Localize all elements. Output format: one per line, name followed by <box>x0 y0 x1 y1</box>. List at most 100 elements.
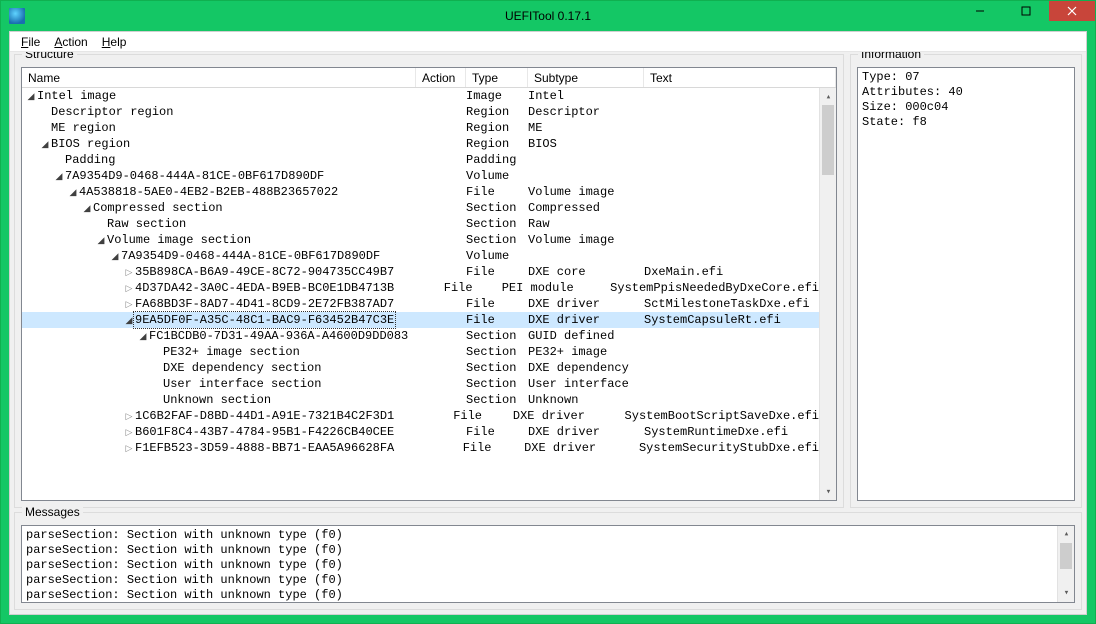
message-line[interactable]: parseSection: Section with unknown type … <box>26 528 1070 543</box>
expand-open-icon[interactable]: ◢ <box>82 200 92 216</box>
expand-open-icon[interactable]: ◢ <box>26 88 36 104</box>
messages-panel-label: Messages <box>22 505 83 519</box>
expand-open-icon[interactable]: ◢ <box>110 248 120 264</box>
tree-row[interactable]: PE32+ image sectionSectionPE32+ image <box>22 344 819 360</box>
tree-row-text <box>644 248 819 264</box>
tree-row-name: FA68BD3F-8AD7-4D41-8CD9-2E72FB387AD7 <box>135 296 394 312</box>
tree-row[interactable]: ◢Compressed sectionSectionCompressed <box>22 200 819 216</box>
tree-row-subtype: Descriptor <box>528 104 644 120</box>
scroll-down-icon[interactable]: ▾ <box>1058 585 1075 602</box>
tree-row-type: File <box>444 280 502 296</box>
expand-open-icon[interactable]: ◢ <box>96 232 106 248</box>
tree-row-type: Image <box>466 88 528 104</box>
titlebar[interactable]: UEFITool 0.17.1 <box>1 1 1095 31</box>
tree-row-text: SystemBootScriptSaveDxe.efi <box>625 408 819 424</box>
tree-row[interactable]: ▷FA68BD3F-8AD7-4D41-8CD9-2E72FB387AD7Fil… <box>22 296 819 312</box>
messages-scrollbar[interactable]: ▴ ▾ <box>1057 526 1074 602</box>
scroll-thumb[interactable] <box>1060 543 1072 569</box>
tree-row[interactable]: ▷B601F8C4-43B7-4784-95B1-F4226CB40CEEFil… <box>22 424 819 440</box>
expand-open-icon[interactable]: ◢ <box>54 168 64 184</box>
tree-row-name: Compressed section <box>93 200 223 216</box>
tree-row-type: Section <box>466 360 528 376</box>
scroll-up-icon[interactable]: ▴ <box>820 88 836 105</box>
tree-row[interactable]: ▷35B898CA-B6A9-49CE-8C72-904735CC49B7Fil… <box>22 264 819 280</box>
messages-lines: parseSection: Section with unknown type … <box>26 528 1070 603</box>
tree-row-subtype <box>528 168 644 184</box>
tree-row-text: SystemCapsuleRt.efi <box>644 312 819 328</box>
tree-row[interactable]: ▷4D37DA42-3A0C-4EDA-B9EB-BC0E1DB4713B Fil… <box>22 280 819 296</box>
tree-row-type: Section <box>466 200 528 216</box>
tree-row-type: File <box>466 424 528 440</box>
expand-closed-icon[interactable]: ▷ <box>124 280 134 296</box>
tree-row[interactable]: ◢BIOS regionRegionBIOS <box>22 136 819 152</box>
tree-row-name: 7A9354D9-0468-444A-81CE-0BF617D890DF <box>121 248 380 264</box>
tree-row-subtype: Volume image <box>528 184 644 200</box>
tree-row-type: File <box>466 264 528 280</box>
tree-row-type: File <box>466 312 528 328</box>
tree-row[interactable]: ▷1C6B2FAF-D8BD-44D1-A91E-7321B4C2F3D1Fil… <box>22 408 819 424</box>
expand-closed-icon[interactable]: ▷ <box>124 296 134 312</box>
close-button[interactable] <box>1049 1 1095 21</box>
expand-closed-icon[interactable]: ▷ <box>124 408 134 424</box>
tree-row-text <box>644 360 819 376</box>
tree-row[interactable]: ◢7A9354D9-0468-444A-81CE-0BF617D890DFVol… <box>22 168 819 184</box>
message-line[interactable]: parseSection: Section with unknown type … <box>26 588 1070 603</box>
tree-row-name: Intel image <box>37 88 116 104</box>
tree-row[interactable]: ◢4A538818-5AE0-4EB2-B2EB-488B23657022Fil… <box>22 184 819 200</box>
tree-row[interactable]: ◢Volume image sectionSectionVolume image <box>22 232 819 248</box>
col-header-text[interactable]: Text <box>644 68 836 87</box>
tree-row-name: Padding <box>65 152 115 168</box>
message-line[interactable]: parseSection: Section with unknown type … <box>26 573 1070 588</box>
tree-row-subtype: Unknown <box>528 392 644 408</box>
tree-row[interactable]: DXE dependency sectionSectionDXE depende… <box>22 360 819 376</box>
tree-row-name: User interface section <box>163 376 321 392</box>
expand-closed-icon[interactable]: ▷ <box>124 424 134 440</box>
tree-row[interactable]: Descriptor regionRegionDescriptor <box>22 104 819 120</box>
structure-scrollbar[interactable]: ▴ ▾ <box>819 88 836 500</box>
menu-help[interactable]: Help <box>95 33 134 51</box>
tree-row-name: Unknown section <box>163 392 271 408</box>
minimize-button[interactable] <box>957 1 1003 21</box>
tree-row-name: BIOS region <box>51 136 130 152</box>
tree-row-type: File <box>466 184 528 200</box>
tree-row[interactable]: Raw sectionSectionRaw <box>22 216 819 232</box>
info-type: Type: 07 <box>862 70 920 84</box>
tree-row[interactable]: ◢FC1BCDB0-7D31-49AA-936A-A4600D9DD083Sec… <box>22 328 819 344</box>
menu-action[interactable]: Action <box>47 33 94 51</box>
message-line[interactable]: parseSection: Section with unknown type … <box>26 543 1070 558</box>
expand-closed-icon[interactable]: ▷ <box>124 264 134 280</box>
tree-row[interactable]: ◢Intel imageImageIntel <box>22 88 819 104</box>
expand-open-icon[interactable]: ◢ <box>40 136 50 152</box>
tree-row[interactable]: ▷F1EFB523-3D59-4888-BB71-EAA5A96628FAFil… <box>22 440 819 456</box>
message-line[interactable]: parseSection: Section with unknown type … <box>26 558 1070 573</box>
menu-file[interactable]: File <box>14 33 47 51</box>
tree-row-text <box>644 200 819 216</box>
tree-row-type: Region <box>466 120 528 136</box>
tree-row[interactable]: User interface sectionSectionUser interf… <box>22 376 819 392</box>
info-size: Size: 000c04 <box>862 100 948 114</box>
col-header-name[interactable]: Name <box>22 68 416 87</box>
tree-row-name: Descriptor region <box>51 104 173 120</box>
tree-row-text <box>644 104 819 120</box>
tree-row[interactable]: ◢9EA5DF0F-A35C-48C1-BAC9-F63452B47C3EFil… <box>22 312 819 328</box>
expand-open-icon[interactable]: ◢ <box>68 184 78 200</box>
tree-row-name: 7A9354D9-0468-444A-81CE-0BF617D890DF <box>65 168 324 184</box>
tree-row-subtype: BIOS <box>528 136 644 152</box>
tree-row[interactable]: Padding Padding <box>22 152 819 168</box>
tree-row[interactable]: Unknown sectionSectionUnknown <box>22 392 819 408</box>
tree-rows[interactable]: ◢Intel imageImageIntelDescriptor regionR… <box>22 88 819 500</box>
col-header-type[interactable]: Type <box>466 68 528 87</box>
col-header-action[interactable]: Action <box>416 68 466 87</box>
scroll-up-icon[interactable]: ▴ <box>1058 526 1075 543</box>
scroll-down-icon[interactable]: ▾ <box>820 483 836 500</box>
tree-row-name: DXE dependency section <box>163 360 321 376</box>
tree-row[interactable]: ◢7A9354D9-0468-444A-81CE-0BF617D890DFVol… <box>22 248 819 264</box>
tree-row-name: 4D37DA42-3A0C-4EDA-B9EB-BC0E1DB4713B <box>135 280 394 296</box>
expand-closed-icon[interactable]: ▷ <box>124 440 134 456</box>
expand-open-icon[interactable]: ◢ <box>138 328 148 344</box>
maximize-button[interactable] <box>1003 1 1049 21</box>
tree-row-type: Padding <box>466 152 528 168</box>
col-header-subtype[interactable]: Subtype <box>528 68 644 87</box>
tree-row[interactable]: ME regionRegionME <box>22 120 819 136</box>
scroll-thumb[interactable] <box>822 105 834 175</box>
